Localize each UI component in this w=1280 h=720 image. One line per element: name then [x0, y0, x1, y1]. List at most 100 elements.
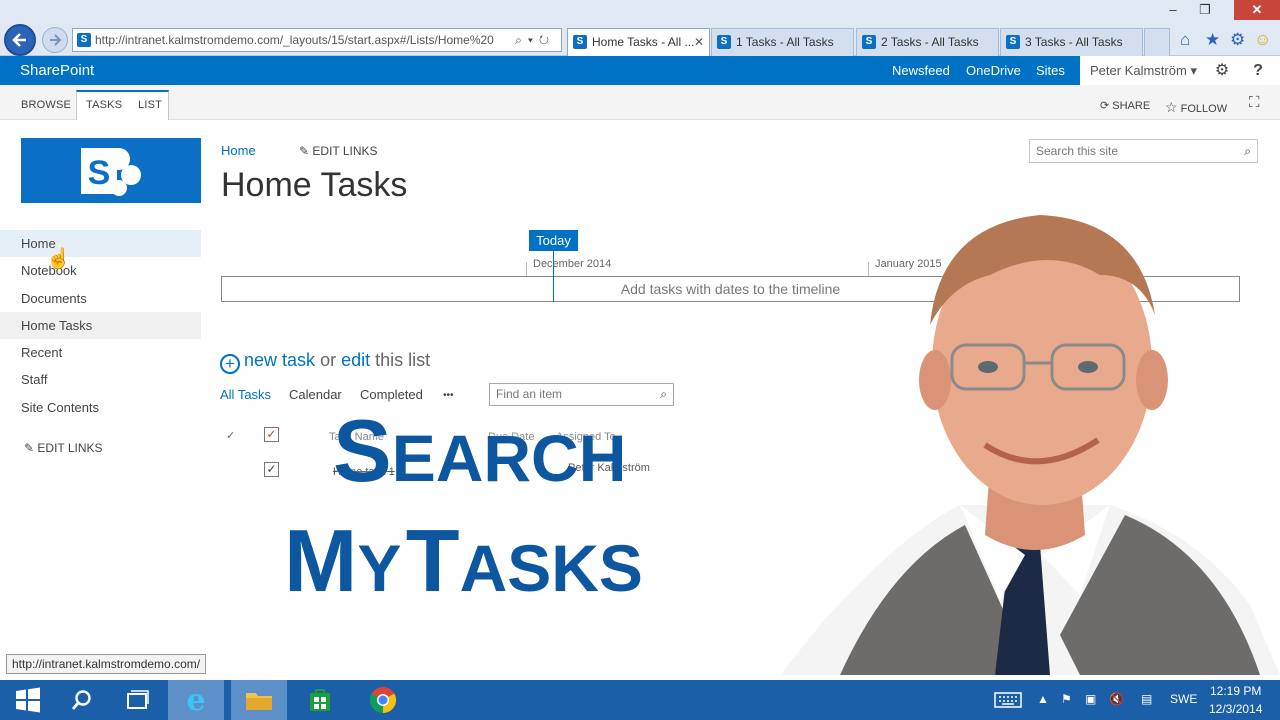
store-icon	[310, 689, 330, 711]
network-icon[interactable]: ▣	[1085, 692, 1096, 706]
timeline-today-line	[553, 251, 554, 302]
new-task-row: + new task or edit this list	[220, 350, 430, 374]
file-explorer-taskbar-button[interactable]	[231, 680, 287, 720]
find-item-placeholder: Find an item	[496, 387, 563, 401]
home-icon[interactable]: ⌂	[1180, 30, 1190, 50]
ribbon: BROWSE TASKS LIST ⟳ SHARE ☆ FOLLOW ⛶	[0, 85, 1280, 120]
overlay-rest-asks: ASKS	[459, 531, 643, 605]
action-center-flag-icon[interactable]: ⚑	[1061, 692, 1072, 706]
chrome-icon	[369, 687, 397, 714]
edit-list-link[interactable]: edit	[341, 350, 370, 370]
nav-item-notebook[interactable]: Notebook	[0, 257, 201, 284]
internet-explorer-icon: e	[186, 682, 206, 718]
nav-item-home-tasks[interactable]: Home Tasks	[0, 312, 201, 339]
clock-time[interactable]: 12:19 PM	[1210, 684, 1261, 698]
tab-label: 3 Tasks - All Tasks	[1025, 35, 1123, 49]
onedrive-link[interactable]: OneDrive	[966, 63, 1021, 78]
view-all-tasks[interactable]: All Tasks	[220, 387, 271, 402]
tab-2-tasks[interactable]: S 2 Tasks - All Tasks	[856, 28, 999, 56]
focus-on-content-icon[interactable]: ⛶	[1249, 94, 1260, 111]
new-tab-button[interactable]	[1144, 28, 1170, 56]
task-complete-checkbox[interactable]: ✓	[264, 462, 279, 477]
store-taskbar-button[interactable]	[292, 680, 348, 720]
back-button[interactable]	[4, 24, 36, 56]
nav-item-staff[interactable]: Staff	[0, 366, 201, 393]
share-button[interactable]: ⟳ SHARE	[1100, 99, 1150, 112]
nav-edit-links[interactable]: ✎ EDIT LINKS	[24, 441, 103, 455]
chrome-taskbar-button[interactable]	[355, 680, 411, 720]
sharepoint-favicon-icon: S	[717, 35, 731, 49]
minimize-button[interactable]: –	[1158, 0, 1188, 20]
timeline-tick	[526, 262, 527, 276]
tab-home-tasks[interactable]: S Home Tasks - All ... ✕	[567, 28, 710, 56]
overlay-cap-m: M	[284, 511, 358, 610]
close-window-button[interactable]: ✕	[1234, 0, 1280, 20]
internet-explorer-taskbar-button[interactable]: e	[168, 680, 224, 720]
top-edit-links-label: EDIT LINKS	[312, 144, 378, 158]
search-icon[interactable]: ⌕	[1244, 140, 1251, 162]
sharepoint-brand[interactable]: SharePoint	[20, 62, 94, 79]
maximize-button[interactable]: ❐	[1190, 0, 1220, 20]
address-text: http://intranet.kalmstromdemo.com/_layou…	[95, 33, 494, 47]
nav-item-documents[interactable]: Documents	[0, 285, 201, 312]
timeline-today-marker: Today	[529, 230, 578, 251]
settings-gear-icon[interactable]: ⚙	[1211, 60, 1233, 82]
forward-button[interactable]	[42, 27, 68, 53]
smiley-feedback-icon[interactable]: ☺	[1254, 30, 1271, 50]
help-icon[interactable]: ?	[1247, 60, 1269, 82]
search-site-input[interactable]: Search this site ⌕	[1029, 139, 1258, 163]
chevron-down-icon: ▾	[1190, 63, 1197, 78]
site-logo[interactable]: S	[21, 138, 201, 203]
gear-icon[interactable]: ⚙	[1230, 30, 1245, 50]
clock-date[interactable]: 12/3/2014	[1209, 702, 1262, 716]
tab-label: 2 Tasks - All Tasks	[881, 35, 979, 49]
overlay-title-line2: MY TASKS	[284, 510, 643, 612]
share-label: SHARE	[1112, 100, 1151, 112]
search-icon[interactable]: ⌕	[660, 384, 667, 405]
overlay-cap-s: S	[333, 401, 392, 500]
task-view-icon	[127, 690, 149, 709]
nav-item-site-contents[interactable]: Site Contents	[0, 394, 201, 421]
nav-item-recent[interactable]: Recent	[0, 339, 201, 366]
add-circle-icon[interactable]: +	[220, 354, 240, 374]
tab-label: Home Tasks - All ...	[592, 35, 695, 49]
top-edit-links[interactable]: ✎ EDIT LINKS	[299, 144, 378, 158]
page-title: Home Tasks	[221, 166, 408, 204]
overlay-title-line1: SEARCH	[333, 400, 626, 502]
new-task-link[interactable]: new task	[244, 350, 315, 370]
user-menu[interactable]: Peter Kalmström ▾	[1080, 56, 1202, 85]
volume-muted-icon[interactable]: 🔇	[1109, 692, 1124, 706]
tab-1-tasks[interactable]: S 1 Tasks - All Tasks	[711, 28, 854, 56]
user-name: Peter Kalmström	[1090, 63, 1187, 78]
message-icon[interactable]: ▤	[1141, 692, 1152, 706]
share-icon: ⟳	[1100, 100, 1110, 112]
select-all-check-icon[interactable]: ✓	[226, 429, 235, 442]
address-bar[interactable]: S http://intranet.kalmstromdemo.com/_lay…	[72, 28, 562, 52]
newsfeed-link[interactable]: Newsfeed	[892, 63, 950, 78]
taskbar-search-button[interactable]	[54, 680, 110, 720]
input-language[interactable]: SWE	[1170, 692, 1197, 706]
tab-3-tasks[interactable]: S 3 Tasks - All Tasks	[1000, 28, 1143, 56]
start-button[interactable]	[0, 680, 56, 720]
ribbon-tab-browse[interactable]: BROWSE	[21, 99, 71, 111]
show-hidden-icons-chevron-icon[interactable]: ▲	[1037, 692, 1049, 706]
windows-logo-icon	[16, 687, 40, 713]
forward-arrow-icon	[50, 34, 62, 46]
or-text: or	[320, 350, 337, 370]
presenter-photo	[780, 215, 1280, 675]
sharepoint-logo-icon: S	[81, 147, 141, 196]
task-view-button[interactable]	[110, 680, 166, 720]
star-outline-icon: ☆	[1165, 99, 1178, 115]
completed-column-checkbox[interactable]: ✓	[264, 427, 279, 442]
ribbon-tab-tasks-active[interactable]: TASKS	[86, 99, 122, 111]
tab-close-icon[interactable]: ✕	[694, 29, 704, 55]
nav-item-home[interactable]: Home	[0, 230, 201, 257]
follow-button[interactable]: ☆ FOLLOW	[1165, 99, 1227, 116]
sites-link[interactable]: Sites	[1036, 63, 1065, 78]
ribbon-tab-list-active[interactable]: LIST	[138, 99, 162, 111]
keyboard-icon[interactable]	[994, 692, 1022, 708]
sharepoint-favicon-icon: S	[862, 35, 876, 49]
breadcrumb-home[interactable]: Home	[221, 143, 256, 158]
search-site-placeholder: Search this site	[1036, 144, 1119, 158]
favorites-star-icon[interactable]: ★	[1205, 30, 1220, 50]
